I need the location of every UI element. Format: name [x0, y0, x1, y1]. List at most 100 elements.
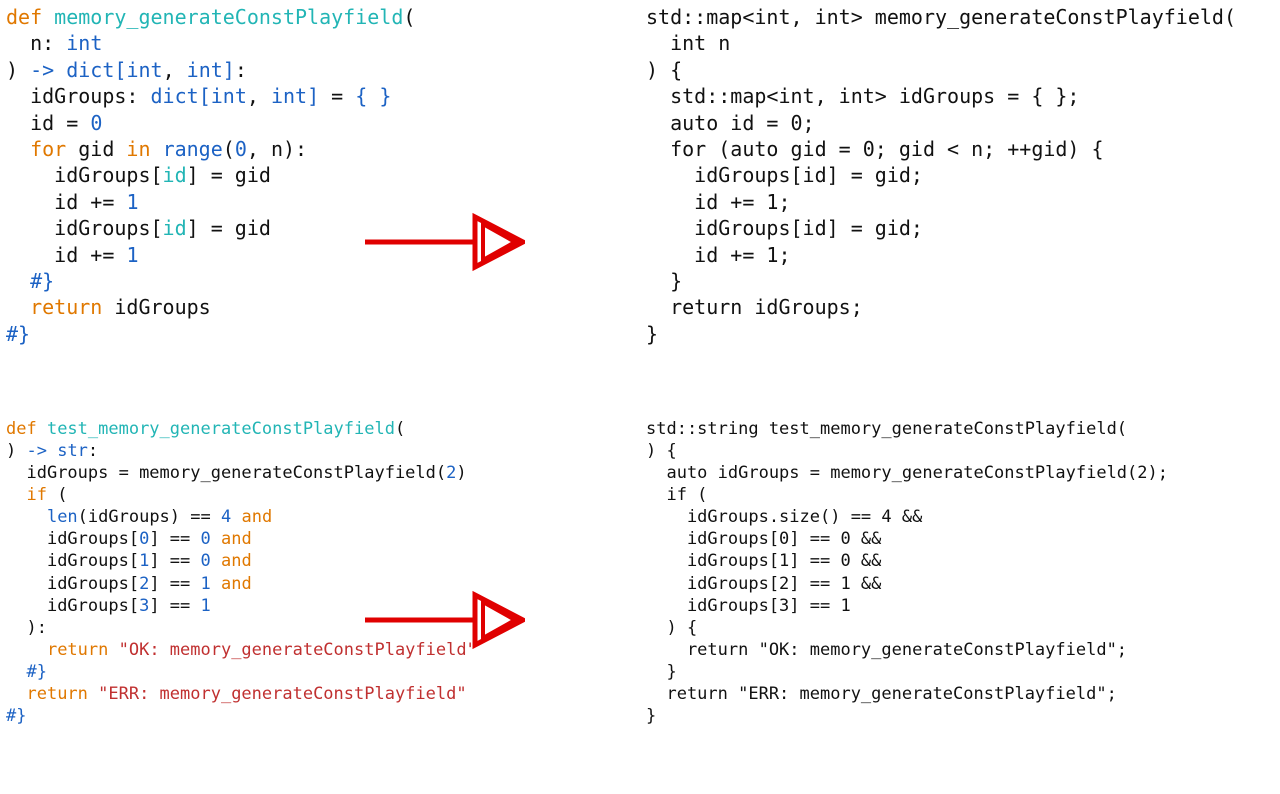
code-token: id += 1;: [646, 243, 791, 267]
code-token: dict: [66, 58, 114, 82]
code-token: , n):: [247, 137, 307, 161]
code-token: std::map<int, int> memory_generateConstP…: [646, 5, 1236, 29]
code-token: int: [211, 84, 247, 108]
code-token: 0: [235, 137, 247, 161]
code-token: [: [114, 58, 126, 82]
code-token: auto idGroups = memory_generateConstPlay…: [646, 463, 1168, 483]
code-token: if: [26, 485, 57, 505]
code-token: idGroups: [114, 295, 210, 319]
code-token: range: [163, 137, 223, 161]
code-token: return "ERR: memory_generateConstPlayfie…: [646, 684, 1117, 704]
code-token: ) {: [646, 441, 677, 461]
code-token: [6, 662, 26, 682]
code-token: ->: [30, 58, 66, 82]
code-token: auto id = 0;: [646, 111, 815, 135]
code-token: return "OK: memory_generateConstPlayfiel…: [646, 640, 1127, 660]
code-token: and: [241, 507, 272, 527]
code-token: dict: [151, 84, 199, 108]
code-token: :: [88, 441, 98, 461]
code-token: id: [30, 111, 54, 135]
code-token: :: [235, 58, 247, 82]
code-token: [6, 684, 26, 704]
code-token: }: [646, 662, 677, 682]
code-token: ): [456, 463, 466, 483]
code-token: and: [221, 574, 252, 594]
code-token: 0: [201, 551, 211, 571]
code-token: return: [30, 295, 114, 319]
code-token: return idGroups;: [646, 295, 863, 319]
code-block-python-function: def memory_generateConstPlayfield( n: in…: [6, 4, 634, 347]
code-token: idGroups = memory_generateConstPlayfield…: [26, 463, 446, 483]
code-token: [6, 596, 47, 616]
code-token: 0: [139, 529, 149, 549]
code-token: ]: [307, 84, 319, 108]
code-block-cpp-function: std::map<int, int> memory_generateConstP…: [646, 4, 1274, 347]
code-token: std::map<int, int> idGroups = { };: [646, 84, 1079, 108]
code-token: ] ==: [149, 574, 200, 594]
code-token: [6, 216, 54, 240]
code-token: id += 1;: [646, 190, 791, 214]
code-token: =: [319, 84, 355, 108]
code-token: ):: [6, 618, 47, 638]
code-token: "OK: memory_generateConstPlayfield": [119, 640, 477, 660]
code-token: ) {: [646, 58, 682, 82]
code-token: n: [30, 31, 42, 55]
code-token: and: [221, 529, 252, 549]
code-token: [: [199, 84, 211, 108]
code-token: def: [6, 419, 47, 439]
code-token: +=: [78, 243, 126, 267]
code-token: for: [30, 137, 78, 161]
code-token: [6, 551, 47, 571]
code-token: =: [54, 111, 90, 135]
code-token: idGroups[1] == 0 &&: [646, 551, 881, 571]
code-token: id: [163, 163, 187, 187]
code-token: str: [57, 441, 88, 461]
panel-cpp-test: std::string test_memory_generateConstPla…: [640, 414, 1280, 794]
code-token: id: [54, 190, 78, 214]
code-token: [231, 507, 241, 527]
code-token: 3: [139, 596, 149, 616]
code-token: [6, 163, 54, 187]
code-token: +=: [78, 190, 126, 214]
code-token: :: [42, 31, 66, 55]
code-token: ,: [247, 84, 271, 108]
code-token: 4: [221, 507, 231, 527]
code-token: (: [403, 5, 415, 29]
code-token: idGroups[: [47, 574, 139, 594]
code-token: [6, 507, 47, 527]
code-token: [6, 529, 47, 549]
code-token: idGroups[2] == 1 &&: [646, 574, 881, 594]
code-token: int: [66, 31, 102, 55]
code-token: ] ==: [149, 596, 200, 616]
code-token: idGroups[0] == 0 &&: [646, 529, 881, 549]
code-token: [6, 31, 30, 55]
code-token: idGroups[: [47, 551, 139, 571]
code-token: [211, 551, 221, 571]
code-token: (: [57, 485, 67, 505]
code-token: ] = gid: [187, 216, 271, 240]
code-token: idGroups[id] = gid;: [646, 163, 923, 187]
code-token: ): [6, 441, 26, 461]
code-token: for (auto gid = 0; gid < n; ++gid) {: [646, 137, 1104, 161]
code-token: id: [54, 243, 78, 267]
code-token: return: [47, 640, 119, 660]
code-token: and: [221, 551, 252, 571]
code-token: :: [126, 84, 150, 108]
code-token: ): [6, 58, 30, 82]
code-token: #}: [6, 322, 30, 346]
code-token: [6, 269, 30, 293]
code-token: #}: [30, 269, 54, 293]
code-token: idGroups[: [47, 596, 139, 616]
code-token: "ERR: memory_generateConstPlayfield": [98, 684, 466, 704]
code-token: idGroups[id] = gid;: [646, 216, 923, 240]
code-token: [6, 190, 54, 214]
code-token: idGroups[: [47, 529, 139, 549]
code-token: [6, 111, 30, 135]
code-token: idGroups[: [54, 163, 162, 187]
code-token: [6, 84, 30, 108]
code-token: (: [223, 137, 235, 161]
code-token: int: [126, 58, 162, 82]
code-token: idGroups: [30, 84, 126, 108]
panel-cpp-fn: std::map<int, int> memory_generateConstP…: [640, 0, 1280, 414]
code-token: 1: [126, 243, 138, 267]
